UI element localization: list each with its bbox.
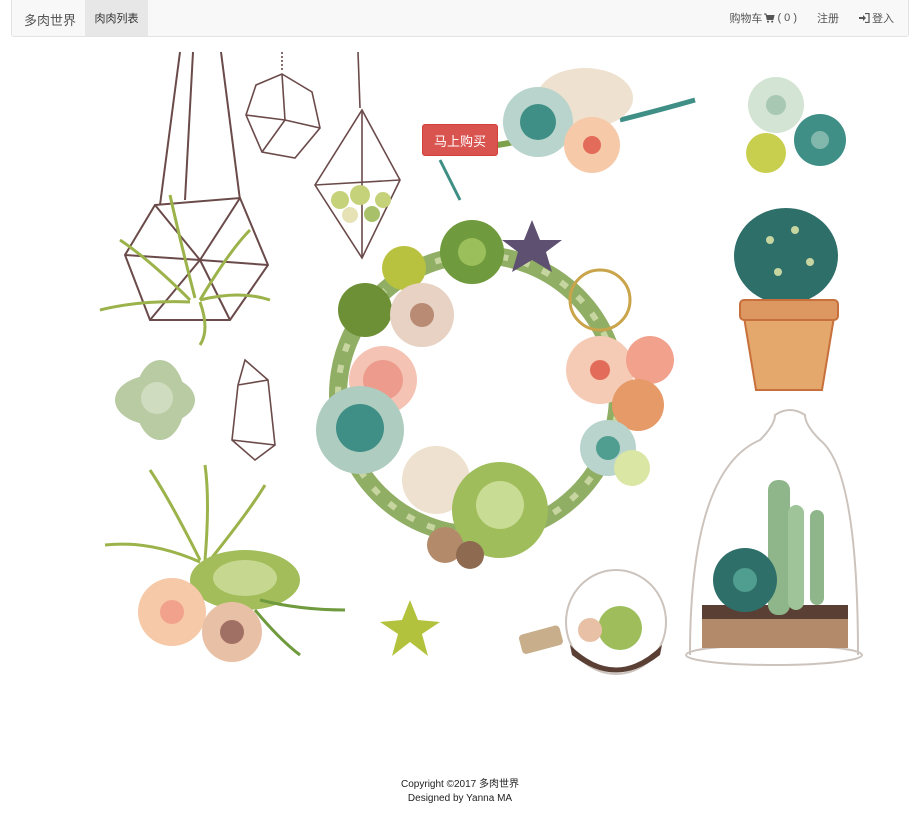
hero-illustration: 马上购买	[0, 37, 920, 757]
brand-link[interactable]: 多肉世界	[24, 10, 76, 29]
glass-cloche-terrarium	[685, 409, 863, 666]
copyright-text: Copyright ©2017 多肉世界	[401, 779, 519, 790]
rosette-sage	[115, 360, 195, 440]
register-link[interactable]: 注册	[817, 10, 839, 26]
nav-right: 购物车 ( 0 ) 注册 登入	[709, 0, 894, 36]
potted-cactus	[734, 208, 839, 391]
succulent-wreath	[316, 220, 674, 569]
cart-count: ( 0 )	[777, 12, 797, 24]
sign-in-icon	[859, 13, 870, 23]
bottle-terrarium	[518, 569, 667, 675]
login-label: 登入	[872, 13, 894, 25]
hanging-terrarium-geo	[245, 52, 321, 159]
crystal-terrarium	[231, 358, 276, 462]
shopping-cart-icon	[764, 13, 776, 23]
buy-now-button[interactable]: 马上购买	[422, 124, 498, 156]
nav-item-plant-list[interactable]: 肉肉列表	[85, 0, 148, 36]
rosette-green-bottom-left	[190, 550, 300, 610]
register-label: 注册	[817, 13, 839, 25]
flower-peach-bottom-left	[138, 578, 206, 646]
cart-link[interactable]: 购物车 ( 0 )	[729, 10, 797, 26]
hanging-terrarium-large	[123, 51, 270, 321]
designer-credit: Designed by Yanna MA	[407, 793, 513, 804]
air-plant-in-terrarium	[99, 194, 271, 346]
star-succulent	[380, 600, 440, 656]
fern-bottom-left	[253, 598, 346, 657]
rosette-cluster-top-right	[746, 77, 846, 173]
login-link[interactable]: 登入	[859, 10, 894, 26]
footer: Copyright ©2017 多肉世界 Designed by Yanna M…	[0, 778, 920, 806]
flower-mauve-bottom-left	[202, 602, 262, 662]
hanging-terrarium-diamond	[314, 51, 401, 260]
navbar: 多肉世界 肉肉列表 购物车 ( 0 ) 注册 登入	[11, 0, 909, 37]
cart-label: 购物车	[729, 13, 763, 25]
